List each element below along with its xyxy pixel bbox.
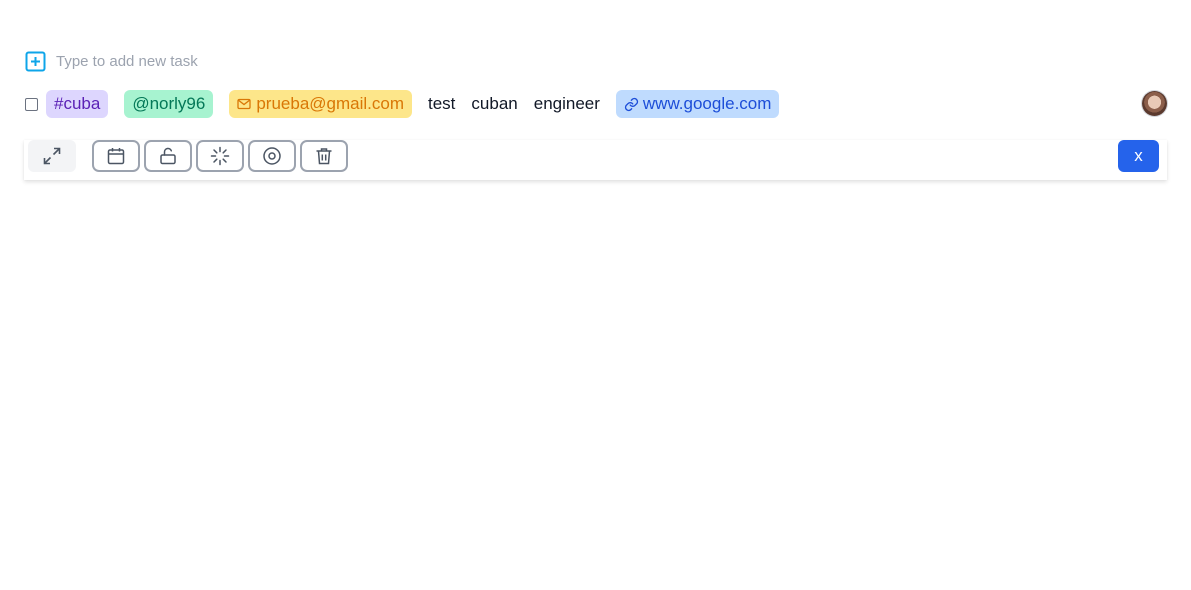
disc-icon bbox=[262, 146, 282, 166]
plus-square-icon[interactable] bbox=[25, 51, 46, 72]
word-test: test bbox=[428, 94, 456, 113]
new-task-input[interactable] bbox=[56, 52, 456, 70]
tag-chip[interactable]: #cuba bbox=[46, 90, 109, 118]
close-button[interactable]: x bbox=[1118, 140, 1159, 172]
loader-icon bbox=[210, 146, 230, 166]
calendar-button[interactable] bbox=[92, 140, 140, 172]
email-text: prueba@gmail.com bbox=[256, 94, 404, 113]
mail-icon bbox=[237, 98, 251, 110]
delete-button[interactable] bbox=[300, 140, 348, 172]
expand-arrows-icon bbox=[42, 146, 62, 166]
calendar-icon bbox=[106, 146, 126, 166]
unlock-icon bbox=[158, 146, 178, 166]
record-button[interactable] bbox=[248, 140, 296, 172]
expand-button[interactable] bbox=[28, 140, 76, 172]
task-toolbar: x bbox=[24, 140, 1167, 180]
loading-button[interactable] bbox=[196, 140, 244, 172]
task-row: #cuba @norly96 prueba@gmail.com test cub… bbox=[25, 90, 1167, 118]
new-task-row bbox=[25, 50, 456, 72]
email-chip[interactable]: prueba@gmail.com bbox=[229, 90, 412, 118]
word-engineer: engineer bbox=[533, 94, 600, 113]
unlock-button[interactable] bbox=[144, 140, 192, 172]
mention-chip[interactable]: @norly96 bbox=[124, 90, 214, 118]
link-text: www.google.com bbox=[642, 94, 772, 113]
link-icon bbox=[624, 97, 639, 112]
avatar[interactable] bbox=[1142, 91, 1167, 116]
task-checkbox[interactable] bbox=[25, 97, 38, 111]
link-chip[interactable]: www.google.com bbox=[615, 90, 780, 118]
trash-icon bbox=[314, 146, 334, 166]
word-cuban: cuban bbox=[471, 94, 518, 113]
